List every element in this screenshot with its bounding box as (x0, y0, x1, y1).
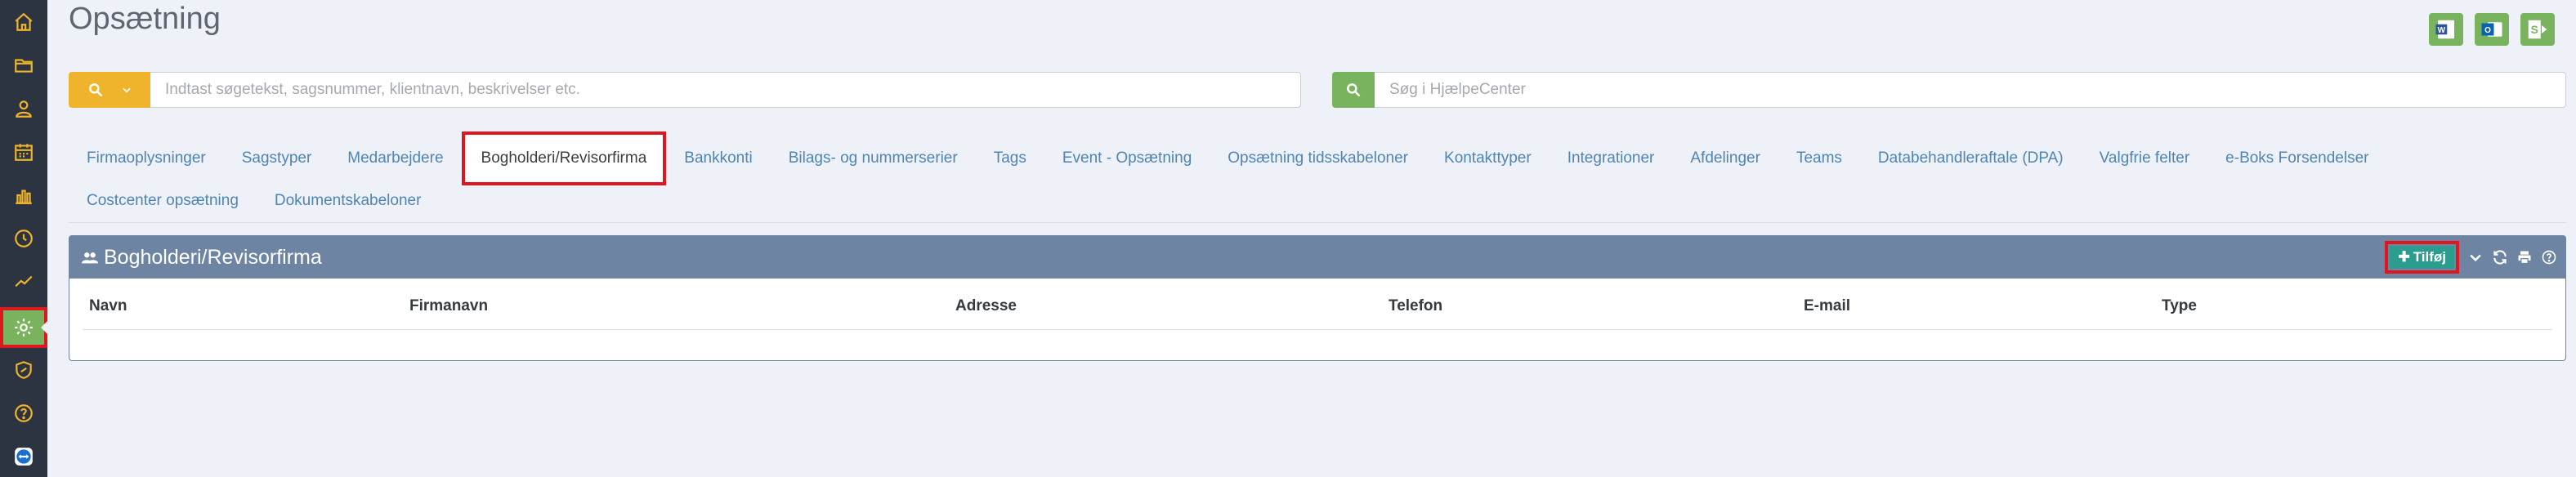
svg-text:S: S (2531, 24, 2538, 36)
sharepoint-button[interactable]: S (2520, 13, 2555, 46)
tab-event-opsaetning[interactable]: Event - Opsætning (1044, 134, 1210, 183)
outlook-button[interactable]: O (2475, 13, 2509, 46)
tabs-divider (69, 222, 2566, 223)
sidebar-item-time[interactable] (0, 218, 47, 259)
tab-tags[interactable]: Tags (976, 134, 1044, 183)
bar-chart-icon (16, 189, 32, 204)
add-button-label: Tilføj (2413, 249, 2446, 265)
tab-afdelinger[interactable]: Afdelinger (1672, 134, 1778, 183)
tab-valgfrie-felter[interactable]: Valgfrie felter (2082, 134, 2208, 183)
column-header-firmanavn[interactable]: Firmanavn (409, 297, 488, 315)
tab-sagstyper[interactable]: Sagstyper (224, 134, 330, 183)
column-header-type[interactable]: Type (2162, 297, 2197, 315)
add-button[interactable]: ✚ Tilføj (2385, 241, 2459, 274)
table-header-divider (83, 329, 2552, 330)
sidebar-item-remote-support[interactable] (0, 436, 47, 477)
outlook-icon: O (2481, 22, 2502, 37)
print-button[interactable] (2516, 249, 2533, 265)
tab-medarbejdere[interactable]: Medarbejdere (329, 134, 461, 183)
help-icon (15, 404, 33, 422)
tab-bilags-nummerserier[interactable]: Bilags- og nummerserier (771, 134, 976, 183)
tab-kontakttyper[interactable]: Kontakttyper (1426, 134, 1550, 183)
column-header-telefon[interactable]: Telefon (1389, 297, 1442, 315)
tab-firmaoplysninger[interactable]: Firmaoplysninger (69, 134, 224, 183)
collapse-button[interactable] (2467, 249, 2484, 265)
user-icon (16, 100, 32, 118)
column-header-adresse[interactable]: Adresse (955, 297, 1017, 315)
add-button-inner: ✚ Tilføj (2390, 246, 2454, 269)
chevron-down-icon (122, 87, 131, 93)
shield-icon (16, 361, 32, 379)
tab-row-1: Firmaoplysninger Sagstyper Medarbejdere … (69, 132, 2386, 185)
word-icon: W (2435, 20, 2454, 39)
chevron-down-icon (2470, 254, 2481, 262)
tab-costcenter-opsaetning[interactable]: Costcenter opsætning (69, 176, 257, 225)
tab-bankkonti[interactable]: Bankkonti (666, 134, 770, 183)
teamviewer-icon (15, 448, 33, 466)
tab-bogholderi-revisorfirma[interactable]: Bogholderi/Revisorfirma (461, 132, 667, 185)
svg-text:O: O (2484, 26, 2491, 35)
tab-integrationer[interactable]: Integrationer (1550, 134, 1673, 183)
sidebar-item-reports[interactable] (0, 175, 47, 216)
sidebar-item-help[interactable] (0, 393, 47, 434)
column-header-email[interactable]: E-mail (1804, 297, 1850, 315)
plus-icon: ✚ (2398, 249, 2410, 265)
page-title: Opsætning (69, 2, 221, 36)
active-caret (41, 321, 47, 334)
column-header-navn[interactable]: Navn (89, 297, 127, 315)
tab-row-2: Costcenter opsætning Dokumentskabeloner (69, 176, 439, 225)
search-input[interactable] (150, 72, 1301, 108)
sidebar-item-security[interactable] (0, 350, 47, 390)
help-search-button[interactable] (1332, 72, 1375, 108)
tab-opsaetning-tidsskabeloner[interactable]: Opsætning tidsskabeloner (1210, 134, 1426, 183)
sidebar-item-stats[interactable] (0, 261, 47, 302)
print-icon (2518, 251, 2531, 265)
sidebar-item-home[interactable] (0, 2, 47, 42)
gear-icon (15, 319, 33, 337)
tab-eboks-forsendelser[interactable]: e-Boks Forsendelser (2207, 134, 2386, 183)
tab-teams[interactable]: Teams (1778, 134, 1860, 183)
help-search-input[interactable] (1375, 72, 2566, 108)
sidebar-item-clients[interactable] (0, 88, 47, 129)
clock-icon (15, 230, 33, 247)
refresh-button[interactable] (2492, 249, 2508, 265)
users-icon (81, 252, 99, 264)
search-options-button[interactable] (69, 72, 150, 108)
sidebar (0, 0, 47, 477)
panel-tools: ✚ Tilføj (2385, 236, 2557, 279)
search-icon (1347, 83, 1361, 97)
sharepoint-icon: S (2528, 20, 2547, 39)
calendar-icon (15, 144, 33, 161)
help-button[interactable] (2541, 249, 2557, 265)
accountant-panel: Bogholderi/Revisorfirma ✚ Tilføj Navn Fi… (69, 235, 2566, 361)
folder-icon (15, 59, 33, 73)
refresh-icon (2493, 250, 2507, 265)
panel-header: Bogholderi/Revisorfirma ✚ Tilføj (69, 236, 2565, 279)
home-icon (15, 12, 33, 31)
search-icon (88, 83, 102, 97)
sidebar-item-cases[interactable] (0, 45, 47, 86)
sidebar-item-calendar[interactable] (0, 132, 47, 172)
main-search (69, 72, 1301, 108)
tab-databehandleraftale[interactable]: Databehandleraftale (DPA) (1860, 134, 2082, 183)
panel-title: Bogholderi/Revisorfirma (104, 245, 322, 269)
help-search (1332, 72, 2566, 108)
svg-text:W: W (2438, 26, 2446, 35)
help-icon (2542, 250, 2556, 265)
word-button[interactable]: W (2429, 13, 2463, 46)
tab-dokumentskabeloner[interactable]: Dokumentskabeloner (257, 176, 440, 225)
trend-line-icon (15, 275, 33, 288)
